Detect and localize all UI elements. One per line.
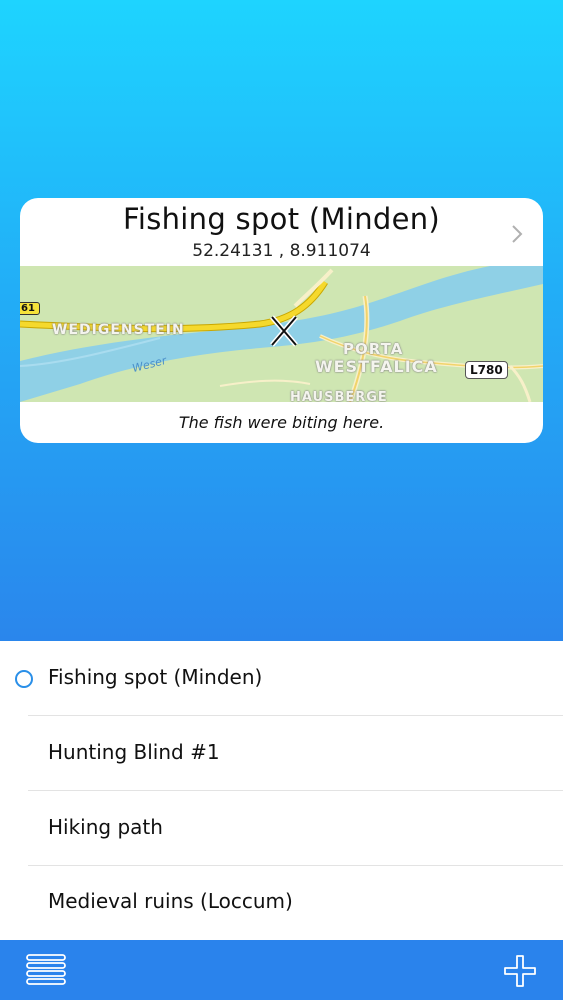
list-item-label: Fishing spot (Minden) [48,665,263,689]
map-label-town: PORTA [343,340,404,358]
list-item-label: Medieval ruins (Loccum) [48,889,293,913]
location-card[interactable]: Fishing spot (Minden) 52.24131 , 8.91107… [20,198,543,443]
card-title: Fishing spot (Minden) [122,202,441,236]
road-shield-left: 61 [20,302,40,315]
list-item[interactable]: Fishing spot (Minden) [0,641,563,716]
selected-indicator-icon [15,670,33,688]
plus-icon[interactable] [503,954,537,988]
list-item[interactable]: Hunting Blind #1 [0,716,563,791]
x-marker-icon [270,315,298,347]
map-label-town: HAUSBERGE [290,390,388,402]
list-item-label: Hunting Blind #1 [48,740,220,764]
card-description: The fish were biting here. [178,413,385,432]
chevron-right-icon[interactable] [507,222,527,246]
card-coordinates: 52.24131 , 8.911074 [192,241,371,261]
map-preview[interactable]: 61 WEDIGENSTEIN PORTA WESTFALICA HAUSBER… [20,266,543,402]
list-item-label: Hiking path [48,815,163,839]
map-label-town: WESTFALICA [315,357,438,376]
location-list: Fishing spot (Minden) Hunting Blind #1 H… [0,641,563,940]
map-label-town: WEDIGENSTEIN [52,322,185,338]
list-item[interactable]: Medieval ruins (Loccum) [0,865,563,940]
hamburger-menu-icon[interactable] [26,953,66,987]
bottom-toolbar [0,940,563,1000]
list-item[interactable]: Hiking path [0,791,563,866]
road-shield: L780 [465,361,508,379]
